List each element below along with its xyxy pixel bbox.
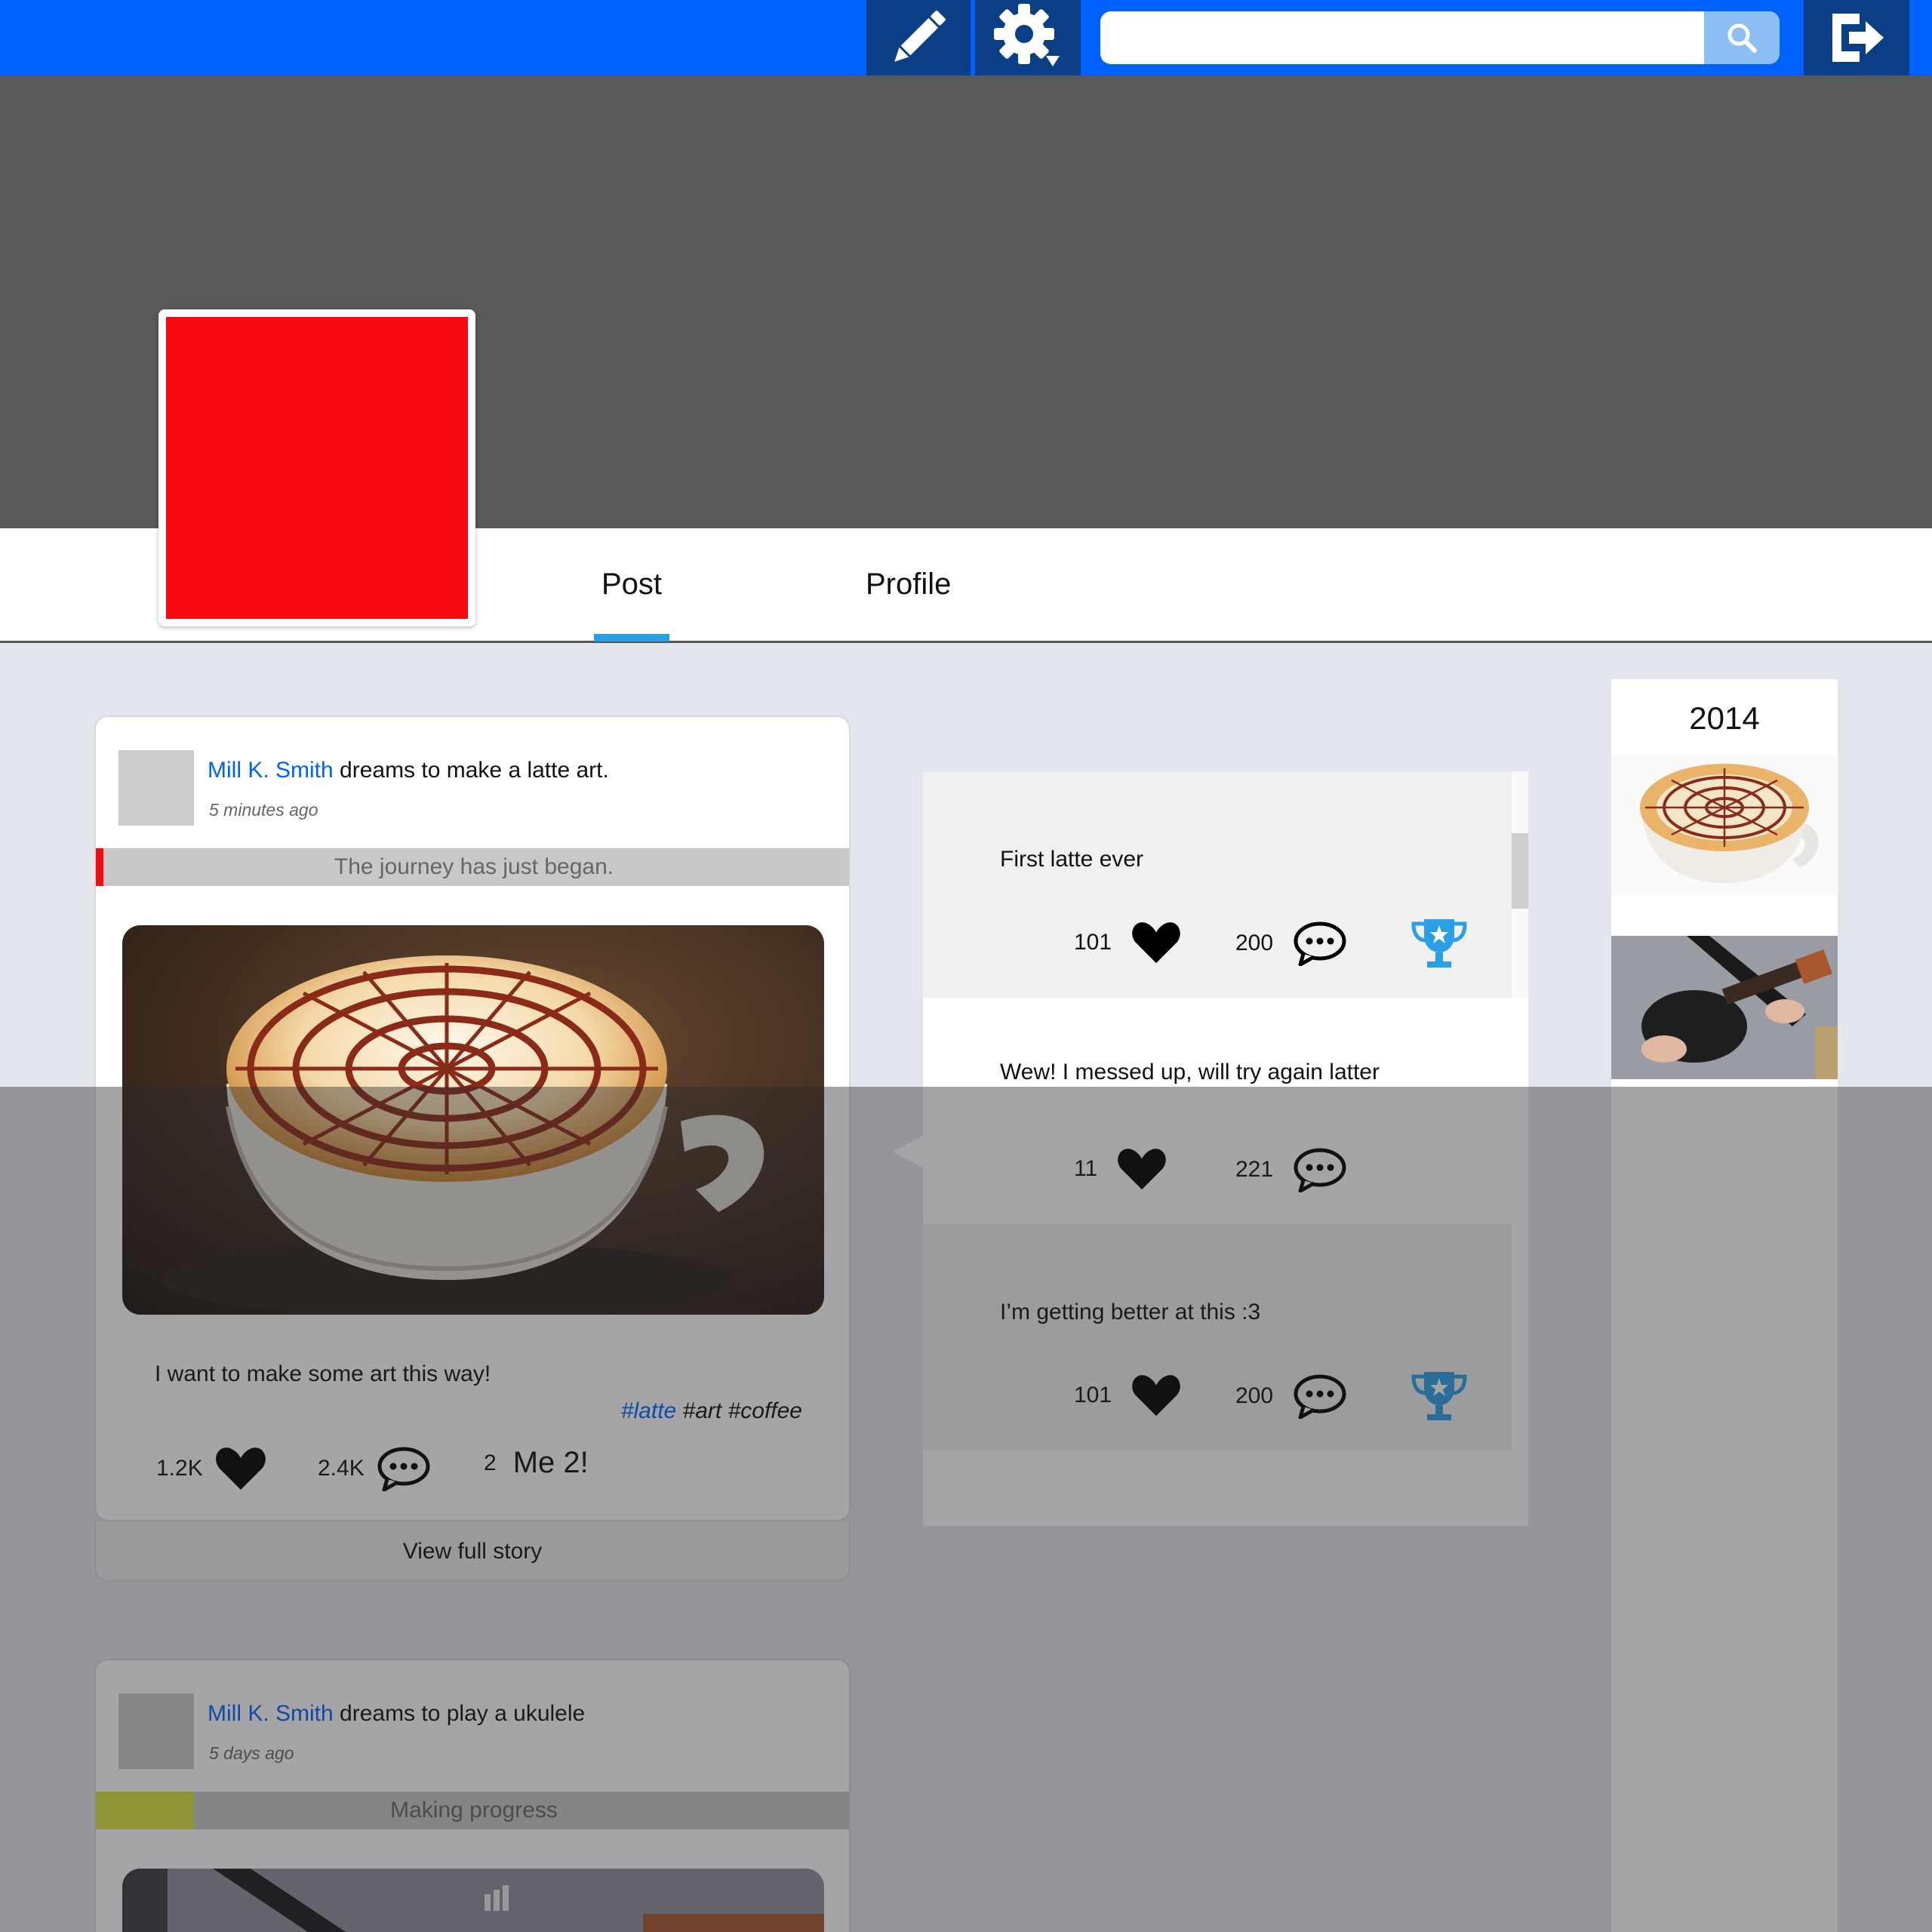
like-stat[interactable]: 1.2K — [156, 1446, 266, 1491]
profile-avatar[interactable] — [158, 309, 475, 626]
panel-pointer — [893, 1135, 924, 1168]
avatar-image — [166, 317, 468, 619]
tag-link[interactable]: #latte — [621, 1398, 676, 1423]
timeline-panel: First latte ever 101 200 Wew! I messed u… — [923, 771, 1528, 1526]
post-time: 5 days ago — [209, 1743, 294, 1763]
tab-post[interactable]: Post — [601, 568, 662, 601]
search-box — [1100, 11, 1780, 64]
pencil-icon — [894, 11, 946, 62]
post-image-ukulele[interactable] — [122, 1869, 824, 1932]
search-icon — [1727, 23, 1757, 53]
heart-icon — [215, 1447, 266, 1490]
gear-icon — [994, 4, 1060, 66]
scroll-thumb[interactable] — [1512, 833, 1528, 909]
comment-stat[interactable]: 200 — [1235, 1374, 1347, 1419]
thumbnail-latte[interactable] — [1611, 755, 1838, 895]
like-stat[interactable]: 11 — [1074, 1147, 1167, 1191]
comment-icon — [1294, 1374, 1346, 1419]
progress-banner: Making progress — [96, 1792, 849, 1829]
year-label[interactable]: 2014 — [1611, 700, 1838, 737]
edit-button[interactable] — [866, 0, 971, 75]
progress-marker — [96, 848, 103, 886]
timeline-item-title: I’m getting better at this :3 — [1000, 1300, 1261, 1324]
comment-stat[interactable]: 2.4K — [318, 1446, 431, 1491]
me2-button[interactable]: Me 2! — [513, 1446, 589, 1480]
latte-thumbnail-image — [1611, 755, 1838, 895]
latte-cup-image — [122, 925, 824, 1315]
tab-profile[interactable]: Profile — [866, 568, 951, 601]
progress-banner: The journey has just began. — [96, 848, 849, 886]
comment-count: 221 — [1235, 1157, 1274, 1182]
chevron-down-icon — [1046, 56, 1060, 66]
post-action-text: dreams to make a latte art. — [333, 758, 609, 783]
post-card: Mill K. Smith dreams to play a ukulele 5… — [94, 1659, 851, 1932]
comment-icon — [1294, 1148, 1346, 1192]
timeline-item[interactable]: Wew! I messed up, will try again latter … — [923, 998, 1512, 1224]
timeline-item-title: Wew! I messed up, will try again latter — [1000, 1060, 1380, 1084]
post-action-text: dreams to play a ukulele — [333, 1701, 586, 1726]
comment-count: 200 — [1235, 1383, 1274, 1408]
comment-count: 200 — [1235, 931, 1274, 955]
comment-count: 2.4K — [318, 1456, 365, 1481]
banner-text: The journey has just began. — [334, 854, 614, 879]
heart-icon — [1132, 922, 1180, 964]
like-stat[interactable]: 101 — [1074, 1374, 1181, 1417]
like-stat[interactable]: 101 — [1074, 921, 1181, 964]
search-input[interactable] — [1100, 11, 1704, 64]
ukulele-thumbnail-image — [1611, 936, 1838, 1079]
view-full-story-button[interactable]: View full story — [94, 1521, 851, 1582]
trophy-icon — [1411, 1372, 1467, 1420]
settings-button[interactable] — [975, 0, 1081, 75]
post-image-latte[interactable] — [122, 925, 824, 1315]
top-bar — [0, 0, 1932, 75]
ukulele-image — [122, 1869, 824, 1932]
heart-icon — [1118, 1149, 1166, 1190]
post-tags: #latte #art #coffee — [621, 1398, 802, 1424]
me2-stat[interactable]: 2 Me 2! — [484, 1446, 589, 1480]
post-card: Mill K. Smith dreams to make a latte art… — [94, 715, 851, 1521]
comment-stat[interactable]: 200 — [1235, 921, 1347, 966]
progress-marker — [96, 1792, 194, 1829]
timeline-item[interactable]: First latte ever 101 200 — [923, 771, 1512, 998]
avatar — [118, 750, 194, 826]
like-count: 101 — [1074, 930, 1112, 955]
search-button[interactable] — [1704, 11, 1780, 64]
author-link[interactable]: Mill K. Smith — [208, 1701, 334, 1726]
active-tab-indicator — [594, 634, 669, 641]
timeline-item[interactable]: I’m getting better at this :3 101 200 — [923, 1224, 1512, 1451]
post-caption: I want to make some art this way! — [155, 1361, 491, 1386]
thumbnail-ukulele[interactable] — [1611, 936, 1838, 1079]
logout-button[interactable] — [1804, 0, 1909, 75]
like-count: 101 — [1074, 1383, 1112, 1407]
comment-stat[interactable]: 221 — [1235, 1147, 1347, 1192]
tag-list[interactable]: #art #coffee — [676, 1398, 802, 1423]
like-count: 1.2K — [156, 1456, 203, 1481]
post-time: 5 minutes ago — [209, 800, 318, 820]
author-link[interactable]: Mill K. Smith — [208, 758, 334, 783]
heart-icon — [1132, 1375, 1180, 1417]
timeline-scrollbar[interactable] — [1512, 771, 1528, 998]
post-headline: Mill K. Smith dreams to make a latte art… — [208, 758, 609, 783]
post-headline: Mill K. Smith dreams to play a ukulele — [208, 1701, 585, 1727]
comment-icon — [377, 1447, 430, 1491]
me2-count: 2 — [484, 1450, 497, 1475]
banner-text: Making progress — [390, 1798, 558, 1823]
comment-icon — [1294, 921, 1346, 966]
timeline-item-title: First latte ever — [1000, 847, 1144, 872]
like-count: 11 — [1074, 1156, 1098, 1181]
trophy-icon — [1411, 919, 1467, 968]
year-sidebar: 2014 — [1611, 679, 1838, 1932]
logout-icon — [1832, 14, 1884, 62]
avatar — [118, 1694, 194, 1769]
